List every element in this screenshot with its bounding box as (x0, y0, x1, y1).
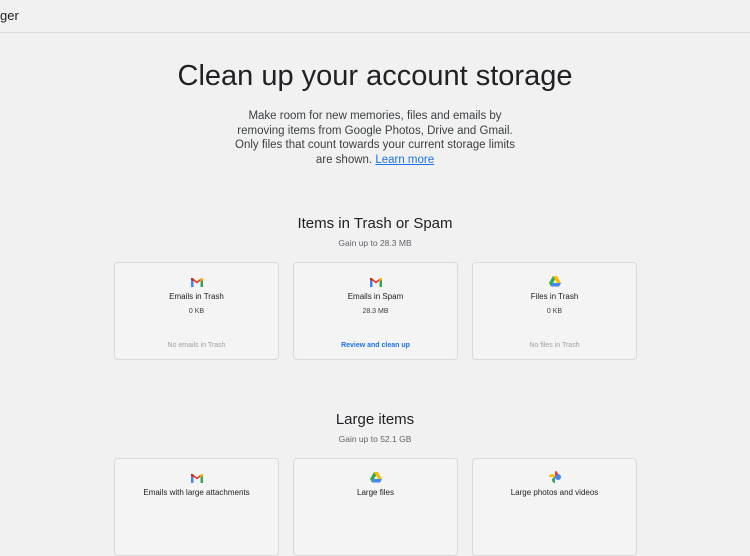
card-emails-in-trash: Emails in Trash 0 KB No emails in Trash (114, 262, 279, 360)
drive-icon (294, 470, 457, 484)
photos-icon (473, 470, 636, 484)
gmail-icon (115, 274, 278, 288)
gmail-icon (115, 470, 278, 484)
card-emails-in-spam: Emails in Spam 28.3 MB Review and clean … (293, 262, 458, 360)
top-bar: ger (0, 0, 750, 33)
card-status: No emails in Trash (167, 342, 226, 349)
app-name: ger (0, 8, 19, 23)
gmail-icon (294, 274, 457, 288)
card-label: Emails in Spam (347, 292, 404, 301)
card-large-files[interactable]: Large files (293, 458, 458, 556)
card-size: 28.3 MB (362, 308, 389, 315)
review-and-clean-up-button[interactable]: Review and clean up (294, 342, 457, 349)
page-title: Clean up your account storage (177, 60, 573, 92)
card-size: 0 KB (546, 308, 563, 315)
section-title-large-items: Large items (335, 411, 415, 428)
card-size: 0 KB (188, 308, 205, 315)
section-subtitle-large-items: Gain up to 52.1 GB (338, 434, 412, 444)
card-label: Large photos and videos (510, 488, 599, 497)
card-emails-large-attachments[interactable]: Emails with large attachments (114, 458, 279, 556)
card-label: Large files (357, 488, 394, 497)
card-label: Emails with large attachments (143, 488, 250, 497)
card-label: Emails in Trash (169, 292, 224, 301)
drive-icon (473, 274, 636, 288)
section-subtitle-trash-spam: Gain up to 28.3 MB (338, 238, 412, 248)
card-status: No files in Trash (529, 342, 580, 349)
intro-text-block: Make room for new memories, files and em… (230, 109, 520, 167)
card-files-in-trash: Files in Trash 0 KB No files in Trash (472, 262, 637, 360)
section-title-trash-spam: Items in Trash or Spam (297, 215, 453, 232)
learn-more-link[interactable]: Learn more (375, 154, 434, 166)
card-label: Files in Trash (530, 292, 579, 301)
card-large-photos-videos[interactable]: Large photos and videos (472, 458, 637, 556)
